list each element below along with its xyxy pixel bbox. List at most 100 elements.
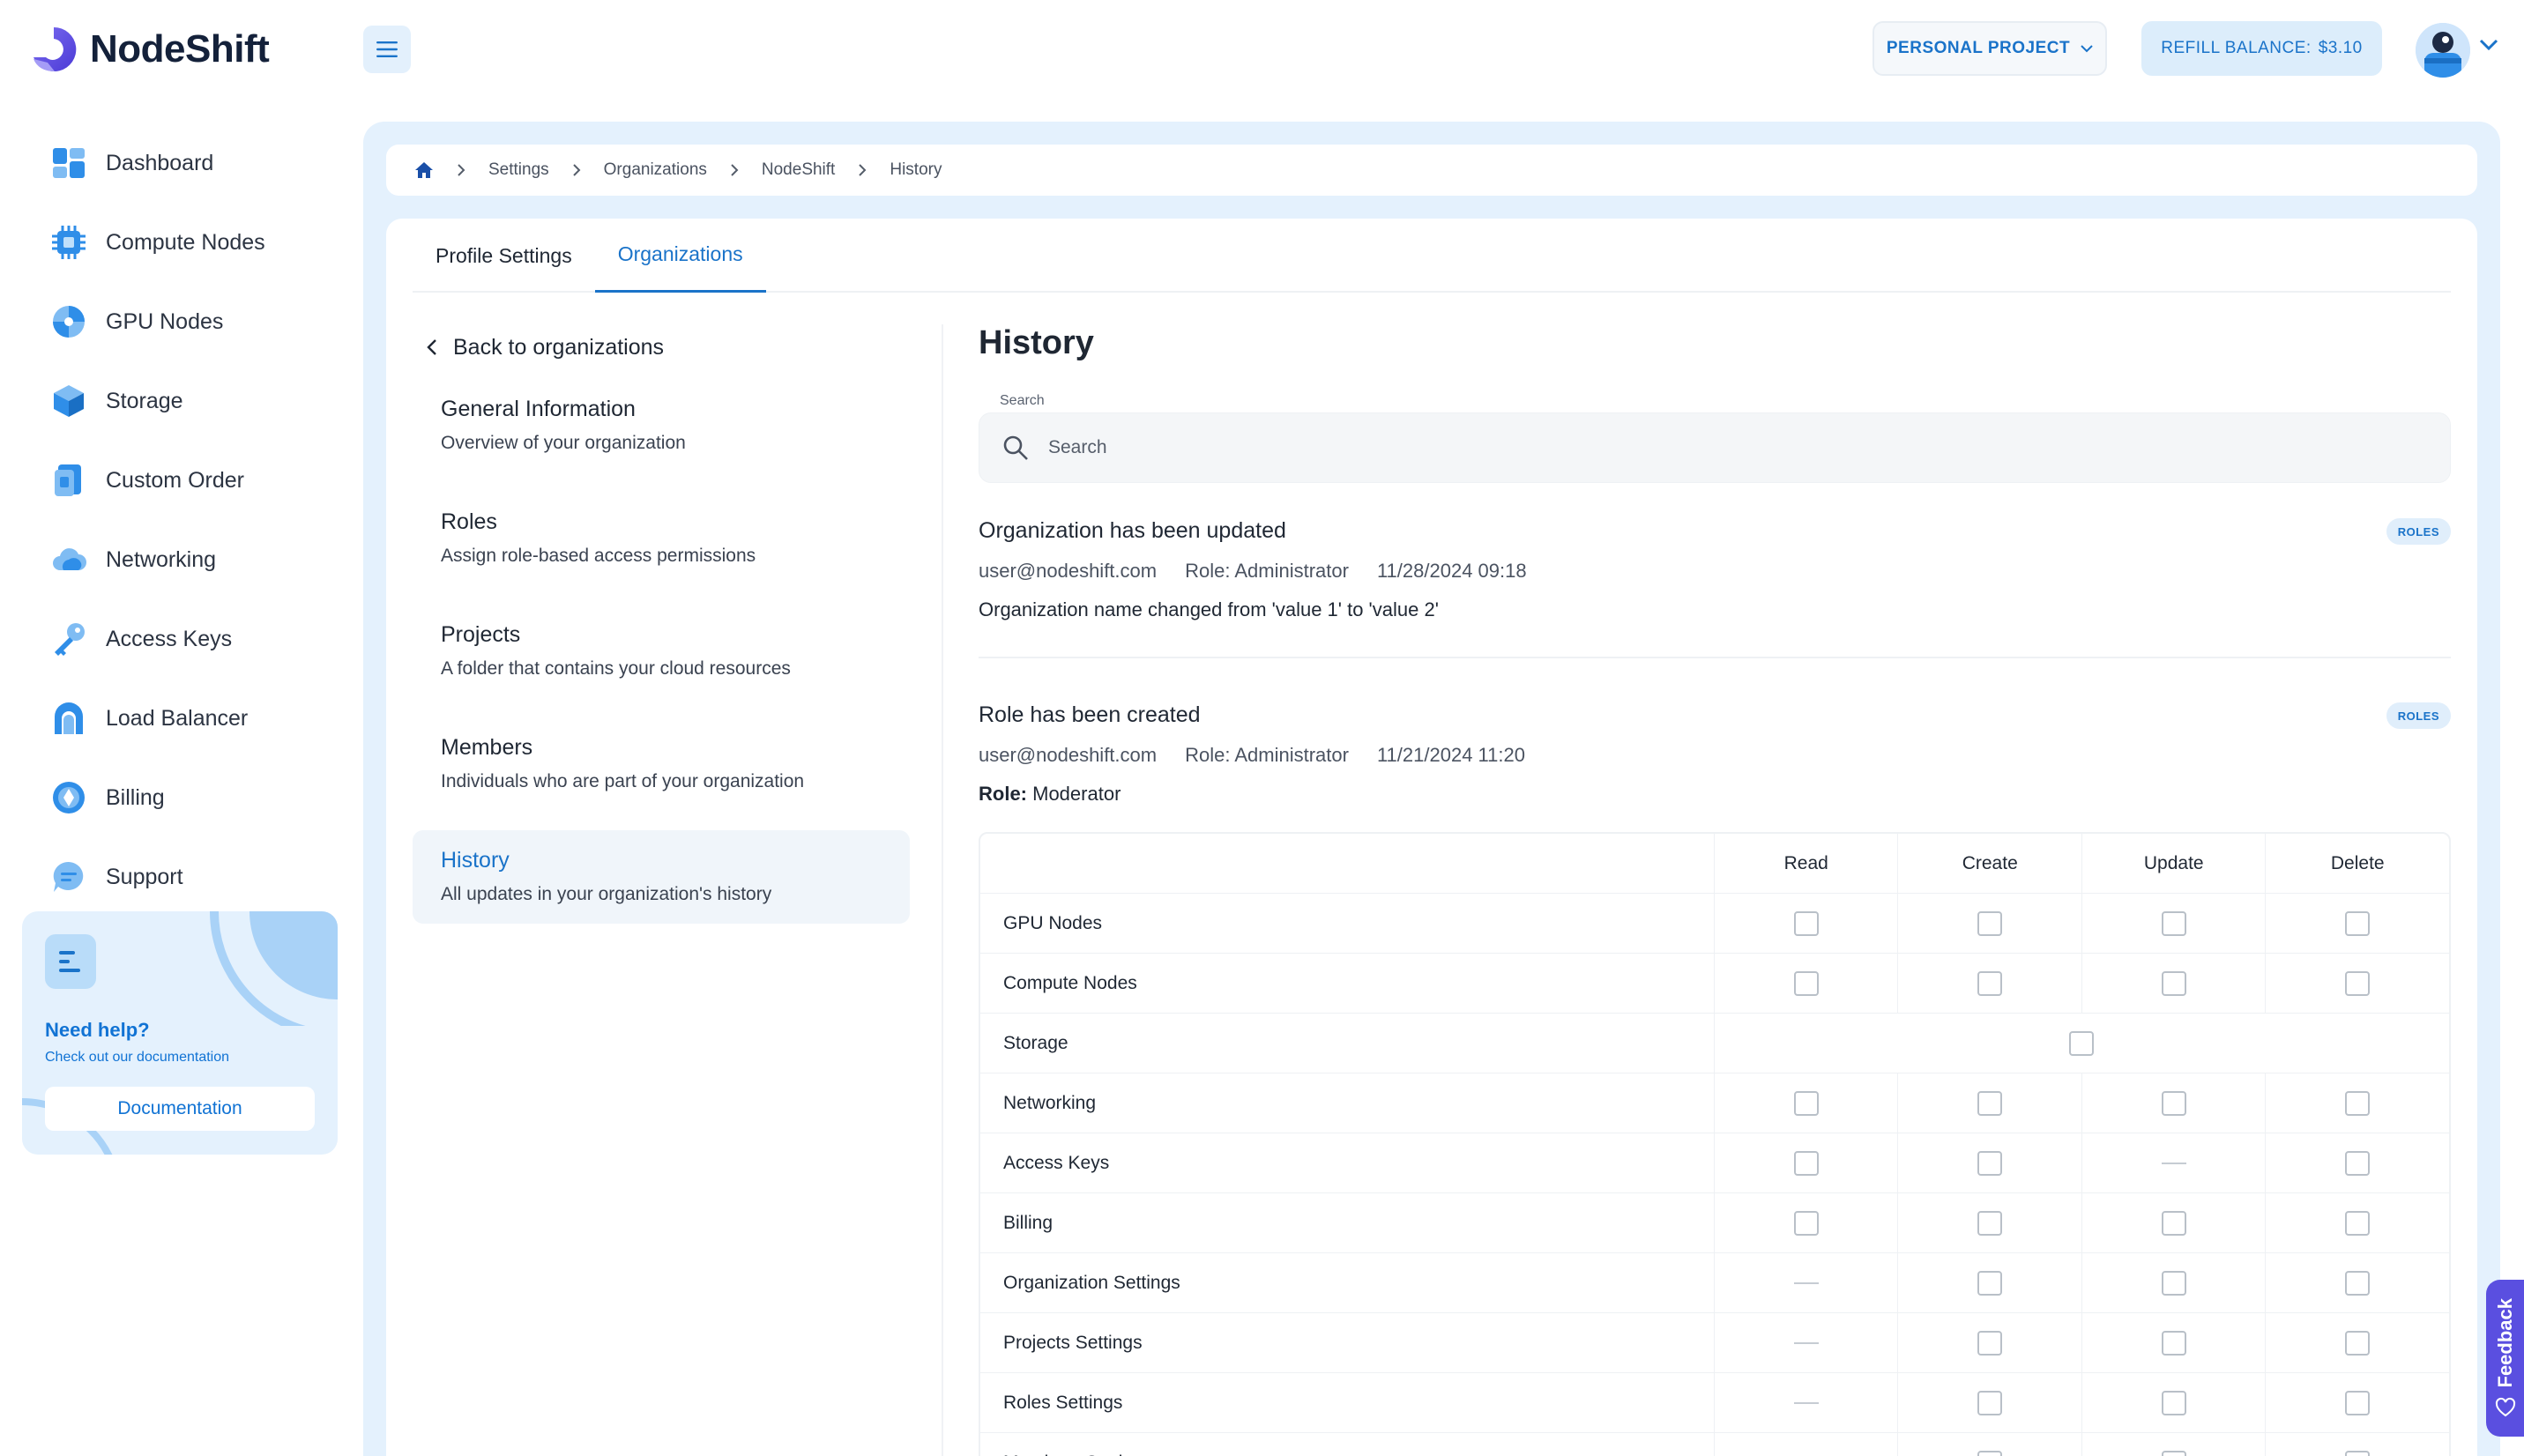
row-name: Billing (980, 1193, 1714, 1253)
breadcrumb-settings[interactable]: Settings (488, 160, 549, 180)
delete-checkbox[interactable] (2345, 1150, 2371, 1176)
user-avatar-icon (2416, 23, 2470, 78)
create-checkbox[interactable] (1977, 910, 2003, 936)
submenu-item-general-information[interactable]: General Information Overview of your org… (413, 379, 910, 472)
documentation-button[interactable]: Documentation (45, 1087, 315, 1131)
breadcrumb-organizations[interactable]: Organizations (604, 160, 707, 180)
read-checkbox[interactable] (1793, 910, 1819, 936)
sidebar-item-label: GPU Nodes (106, 308, 224, 334)
create-checkbox[interactable] (1977, 970, 2003, 996)
vertical-divider (942, 324, 943, 1456)
table-header: Update (2081, 834, 2266, 894)
row-name: Members Settings (980, 1433, 1714, 1456)
submenu-item-roles[interactable]: Roles Assign role-based access permissio… (413, 492, 910, 585)
breadcrumb-history: History (890, 160, 942, 179)
table-row: Access Keys (980, 1133, 2449, 1193)
update-checkbox[interactable] (2161, 970, 2186, 996)
delete-checkbox[interactable] (2345, 910, 2371, 936)
delete-checkbox[interactable] (2345, 1330, 2371, 1356)
sidebar-item-billing[interactable]: Billing (35, 758, 335, 837)
read-checkbox[interactable] (1793, 970, 1819, 996)
submenu-item-projects[interactable]: Projects A folder that contains your clo… (413, 605, 910, 698)
update-checkbox[interactable] (2161, 910, 2186, 936)
feedback-tab[interactable]: Feedback (2486, 1280, 2524, 1437)
sidebar-item-support[interactable]: Support (35, 837, 335, 917)
update-checkbox[interactable] (2161, 1390, 2186, 1415)
update-checkbox[interactable] (2161, 1090, 2186, 1116)
avatar[interactable] (2416, 23, 2470, 78)
row-name: Compute Nodes (980, 954, 1714, 1014)
cell (2265, 1193, 2449, 1253)
create-checkbox[interactable] (1977, 1330, 2003, 1356)
row-name: Access Keys (980, 1133, 1714, 1193)
event-time: 11/21/2024 11:20 (1376, 744, 1525, 766)
sidebar-item-dashboard[interactable]: Dashboard (35, 123, 335, 203)
table-row: Networking (980, 1073, 2449, 1133)
create-checkbox[interactable] (1977, 1450, 2003, 1456)
organization-submenu: Back to organizations General Informatio… (413, 324, 910, 924)
heart-chat-icon (2495, 1397, 2515, 1416)
create-checkbox[interactable] (1977, 1150, 2003, 1176)
custom-order-icon (55, 464, 81, 496)
update-checkbox[interactable] (2161, 1450, 2186, 1456)
sidebar: NodeShift Dashboard Compute Nodes GPU No… (0, 0, 353, 1456)
delete-checkbox[interactable] (2345, 1270, 2371, 1296)
not-applicable-dash (1793, 1401, 1819, 1404)
tab-organizations[interactable]: Organizations (594, 219, 766, 293)
sidebar-item-access-keys[interactable]: Access Keys (35, 599, 335, 679)
refill-balance-button[interactable]: REFILL BALANCE: $3.10 (2141, 21, 2382, 76)
account-chevron-down-icon[interactable] (2479, 39, 2498, 51)
breadcrumb-nodeshift[interactable]: NodeShift (762, 160, 835, 180)
home-icon[interactable] (414, 161, 434, 179)
cell (1713, 1133, 1898, 1193)
sidebar-item-storage[interactable]: Storage (35, 361, 335, 441)
all-permissions-checkbox[interactable] (2069, 1030, 2095, 1056)
sidebar-item-compute-nodes[interactable]: Compute Nodes (35, 203, 335, 282)
create-checkbox[interactable] (1977, 1270, 2003, 1296)
cell (1713, 1313, 1898, 1373)
sidebar-item-gpu-nodes[interactable]: GPU Nodes (35, 282, 335, 361)
create-checkbox[interactable] (1977, 1090, 2003, 1116)
search-input[interactable] (1048, 437, 2371, 458)
cell (1713, 954, 1898, 1014)
table-header-row: Read Create Update Delete (980, 834, 2449, 894)
read-checkbox[interactable] (1793, 1150, 1819, 1176)
cell (1897, 1193, 2081, 1253)
read-checkbox[interactable] (1793, 1090, 1819, 1116)
delete-checkbox[interactable] (2345, 1450, 2371, 1456)
sidebar-item-networking[interactable]: Networking (35, 520, 335, 599)
create-checkbox[interactable] (1977, 1210, 2003, 1236)
update-checkbox[interactable] (2161, 1210, 2186, 1236)
sidebar-item-custom-order[interactable]: Custom Order (35, 441, 335, 520)
table-row: Projects Settings (980, 1313, 2449, 1373)
sidebar-item-load-balancer[interactable]: Load Balancer (35, 679, 335, 758)
delete-checkbox[interactable] (2345, 1210, 2371, 1236)
delete-checkbox[interactable] (2345, 970, 2371, 996)
read-checkbox[interactable] (1793, 1210, 1819, 1236)
delete-checkbox[interactable] (2345, 1090, 2371, 1116)
back-to-organizations-link[interactable]: Back to organizations (413, 324, 910, 370)
submenu-item-history[interactable]: History All updates in your organization… (413, 830, 910, 924)
dashboard-icon (53, 148, 85, 178)
menu-toggle-button[interactable] (363, 26, 411, 73)
decorative-circle-icon (210, 911, 338, 1026)
project-name: PERSONAL PROJECT (1886, 39, 2071, 57)
cell (1713, 894, 1898, 954)
tab-profile-settings[interactable]: Profile Settings (413, 219, 595, 293)
row-name: GPU Nodes (980, 894, 1714, 954)
breadcrumb: Settings Organizations NodeShift History (386, 145, 2477, 196)
table-header: Read (1713, 834, 1898, 894)
submenu-item-members[interactable]: Members Individuals who are part of your… (413, 717, 910, 811)
project-selector[interactable]: PERSONAL PROJECT (1873, 21, 2107, 76)
create-checkbox[interactable] (1977, 1390, 2003, 1415)
update-checkbox[interactable] (2161, 1330, 2186, 1356)
cell (1713, 1373, 1898, 1433)
event-title: Role has been created (979, 702, 1201, 727)
nodeshift-logo-icon (34, 26, 77, 71)
cell (2265, 1133, 2449, 1193)
cell (1897, 954, 2081, 1014)
brand[interactable]: NodeShift (28, 23, 270, 76)
delete-checkbox[interactable] (2345, 1390, 2371, 1415)
update-checkbox[interactable] (2161, 1270, 2186, 1296)
submenu-item-desc: Individuals who are part of your organiz… (441, 771, 805, 791)
